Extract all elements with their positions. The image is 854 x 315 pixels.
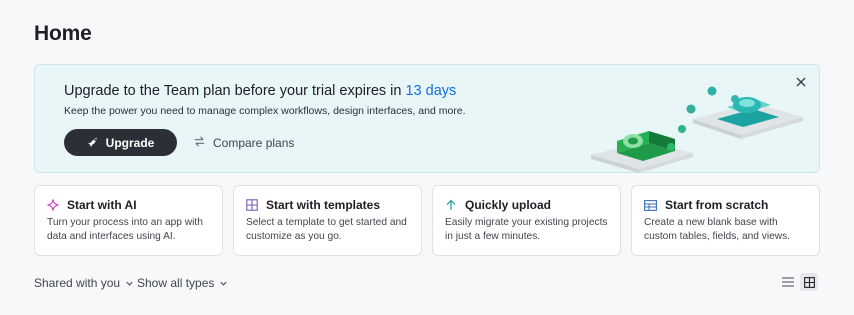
list-view-button[interactable] xyxy=(779,273,797,291)
upgrade-button[interactable]: Upgrade xyxy=(64,129,177,156)
card-start-from-scratch[interactable]: Start from scratch Create a new blank ba… xyxy=(631,185,820,256)
card-start-with-templates[interactable]: Start with templates Select a template t… xyxy=(233,185,422,256)
compare-plans-button[interactable]: Compare plans xyxy=(194,134,294,152)
card-description: Create a new blank base with custom tabl… xyxy=(644,217,791,242)
card-quickly-upload[interactable]: Quickly upload Easily migrate your exist… xyxy=(432,185,621,256)
banner-subtitle: Keep the power you need to manage comple… xyxy=(64,105,466,117)
upgrade-label: Upgrade xyxy=(105,135,155,150)
trial-days: 13 days xyxy=(405,83,457,99)
compare-plans-label: Compare plans xyxy=(213,136,295,150)
shared-with-you-filter[interactable]: Shared with you xyxy=(34,276,134,290)
grid-icon xyxy=(246,199,258,211)
page-title: Home xyxy=(34,22,92,45)
card-description: Easily migrate your existing projects in… xyxy=(445,217,608,242)
card-header: Start with AI xyxy=(47,198,137,212)
card-title: Quickly upload xyxy=(465,198,552,212)
arrow-up-icon xyxy=(446,199,456,210)
sparkle-icon xyxy=(47,199,59,211)
types-filter-label: Show all types xyxy=(137,276,215,290)
card-header: Quickly upload xyxy=(445,198,551,212)
shared-filter-label: Shared with you xyxy=(34,276,121,290)
card-title: Start with templates xyxy=(266,198,381,212)
chevron-down-icon xyxy=(126,281,133,286)
grid-view-icon xyxy=(803,276,815,288)
card-start-with-ai[interactable]: Start with AI Turn your process into an … xyxy=(34,185,223,256)
upgrade-banner: Upgrade to the Team plan before your tri… xyxy=(34,64,820,173)
banner-title: Upgrade to the Team plan before your tri… xyxy=(64,83,456,99)
chevron-down-icon xyxy=(220,281,227,286)
card-description: Turn your process into an app with data … xyxy=(47,217,203,242)
card-header: Start from scratch xyxy=(644,198,768,212)
rocket-icon xyxy=(87,135,100,151)
show-all-types-filter[interactable]: Show all types xyxy=(137,276,228,290)
banner-title-text: Upgrade to the Team plan before your tri… xyxy=(64,83,406,99)
card-description: Select a template to get started and cus… xyxy=(246,217,407,242)
card-title: Start with AI xyxy=(67,198,137,212)
grid-view-button[interactable] xyxy=(800,273,818,291)
list-icon xyxy=(782,277,794,287)
card-title: Start from scratch xyxy=(665,198,769,212)
card-header: Start with templates xyxy=(246,198,380,212)
banner-illustration xyxy=(591,86,803,173)
swap-arrows-icon xyxy=(194,136,205,150)
table-icon xyxy=(644,199,657,211)
